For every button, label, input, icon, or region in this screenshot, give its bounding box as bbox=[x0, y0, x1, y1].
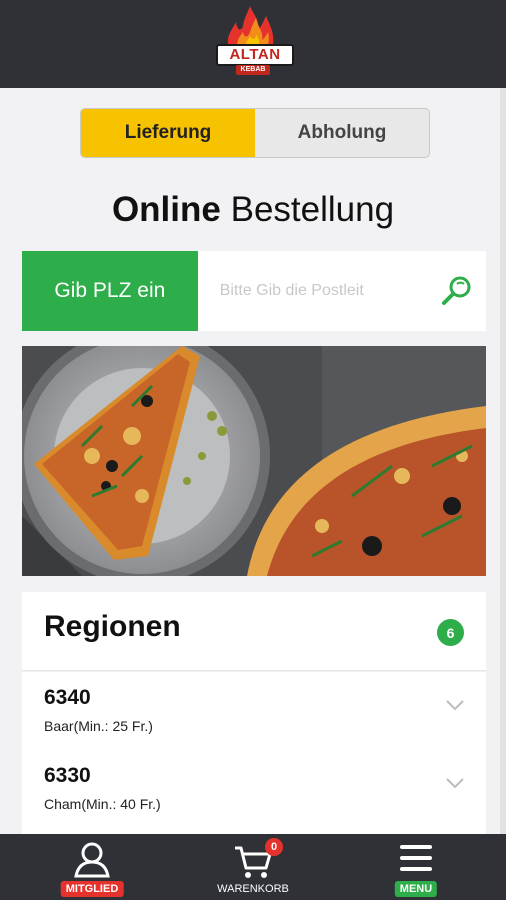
regions-header: Regionen 6 bbox=[22, 592, 486, 671]
hero-pizza-image bbox=[22, 346, 486, 576]
hamburger-icon bbox=[400, 845, 432, 871]
plz-input[interactable] bbox=[197, 251, 429, 331]
logo-subtext: KEBAB bbox=[236, 65, 270, 75]
plz-search-bar: Gib PLZ ein bbox=[22, 251, 486, 331]
nav-menu-label: MENU bbox=[394, 881, 438, 897]
regions-title: Regionen bbox=[44, 610, 181, 643]
regions-list: 6340 Baar(Min.: 25 Fr.) 6330 Cham(Min.: … bbox=[22, 672, 486, 834]
page-title-bold: Online bbox=[111, 190, 221, 229]
app-header: ALTAN KEBAB bbox=[0, 0, 506, 88]
chevron-down-icon[interactable] bbox=[444, 698, 466, 712]
user-icon bbox=[74, 842, 110, 878]
main-content[interactable]: Lieferung Abholung Online Bestellung Gib… bbox=[0, 88, 500, 834]
logo-wordmark: ALTAN bbox=[216, 44, 294, 66]
plz-label: Gib PLZ ein bbox=[22, 251, 198, 331]
cart-count-badge: 0 bbox=[265, 838, 283, 856]
regions-count-badge: 6 bbox=[437, 619, 464, 646]
region-detail: Baar(Min.: 25 Fr.) bbox=[44, 718, 153, 734]
nav-menu[interactable]: MENU bbox=[332, 834, 500, 900]
region-code: 6340 bbox=[44, 686, 91, 709]
altan-kebab-logo[interactable]: ALTAN KEBAB bbox=[210, 4, 296, 84]
search-icon bbox=[442, 276, 471, 305]
bottom-nav: MITGLIED 0 WARENKORB MENU bbox=[0, 834, 506, 900]
region-item-6330[interactable]: 6330 Cham(Min.: 40 Fr.) bbox=[22, 750, 486, 828]
nav-mitglied[interactable]: MITGLIED bbox=[8, 834, 176, 900]
chevron-down-icon[interactable] bbox=[444, 776, 466, 790]
delivery-mode-toggle[interactable]: Lieferung Abholung bbox=[80, 108, 430, 158]
region-item-6340[interactable]: 6340 Baar(Min.: 25 Fr.) bbox=[22, 672, 486, 750]
nav-warenkorb[interactable]: 0 WARENKORB bbox=[169, 834, 337, 900]
nav-warenkorb-label: WARENKORB bbox=[217, 883, 289, 895]
nav-mitglied-label: MITGLIED bbox=[60, 881, 124, 897]
scrollbar[interactable] bbox=[500, 88, 506, 834]
page-title: Online Bestellung bbox=[0, 190, 500, 230]
plz-search-button[interactable] bbox=[429, 251, 486, 331]
region-code: 6330 bbox=[44, 764, 91, 787]
toggle-abholung[interactable]: Abholung bbox=[255, 109, 429, 157]
region-detail: Cham(Min.: 40 Fr.) bbox=[44, 796, 161, 812]
page-title-regular: Bestellung bbox=[230, 190, 395, 229]
toggle-lieferung[interactable]: Lieferung bbox=[81, 109, 255, 157]
pizza-photo bbox=[22, 346, 486, 576]
